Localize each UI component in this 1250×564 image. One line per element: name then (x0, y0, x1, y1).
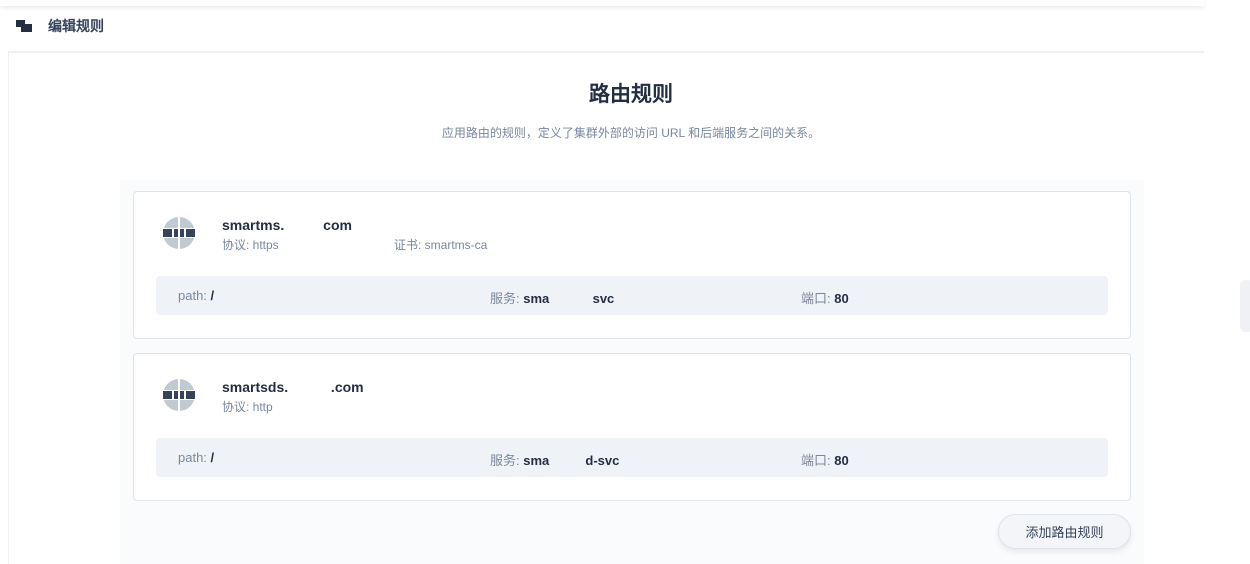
page-title: 路由规则 (589, 83, 673, 106)
rules-panel: smartms. com 协议: https 证书: smartms-ca pa… (120, 180, 1144, 564)
rule-protocol: 协议: http (222, 400, 273, 414)
header-title: 编辑规则 (48, 17, 104, 34)
page-header: 编辑规则 (8, 0, 1204, 53)
service-value: sma d-svc (523, 453, 620, 468)
service-label: 服务: (490, 453, 524, 468)
port-value: 80 (834, 291, 849, 306)
globe-icon (162, 216, 196, 250)
rule-certificate: 证书: smartms-ca (394, 238, 488, 252)
port-label: 端口: (801, 453, 835, 468)
rule-host: smartsds. .com (222, 379, 364, 395)
rules-icon (16, 19, 32, 32)
rule-card[interactable]: smartms. com 协议: https 证书: smartms-ca pa… (133, 191, 1131, 339)
path-label: path: (178, 450, 211, 465)
path-value: / (210, 450, 215, 465)
path-row: path: / 服务: sma svc 端口: 80 (156, 276, 1108, 315)
service-label: 服务: (490, 291, 524, 306)
port-label: 端口: (801, 291, 835, 306)
rule-card[interactable]: smartsds. .com 协议: http path: / 服务: sma … (133, 353, 1131, 501)
path-value: / (210, 288, 215, 303)
path-label: path: (178, 288, 211, 303)
add-route-rule-button[interactable]: 添加路由规则 (998, 514, 1131, 549)
rule-protocol: 协议: https (222, 238, 279, 252)
rule-host: smartms. com (222, 217, 352, 233)
page-description: 应用路由的规则，定义了集群外部的访问 URL 和后端服务之间的关系。 (441, 126, 821, 140)
port-value: 80 (834, 453, 849, 468)
service-value: sma svc (523, 291, 615, 306)
side-handle[interactable] (1240, 280, 1250, 332)
globe-icon (162, 378, 196, 412)
path-row: path: / 服务: sma d-svc 端口: 80 (156, 438, 1108, 477)
